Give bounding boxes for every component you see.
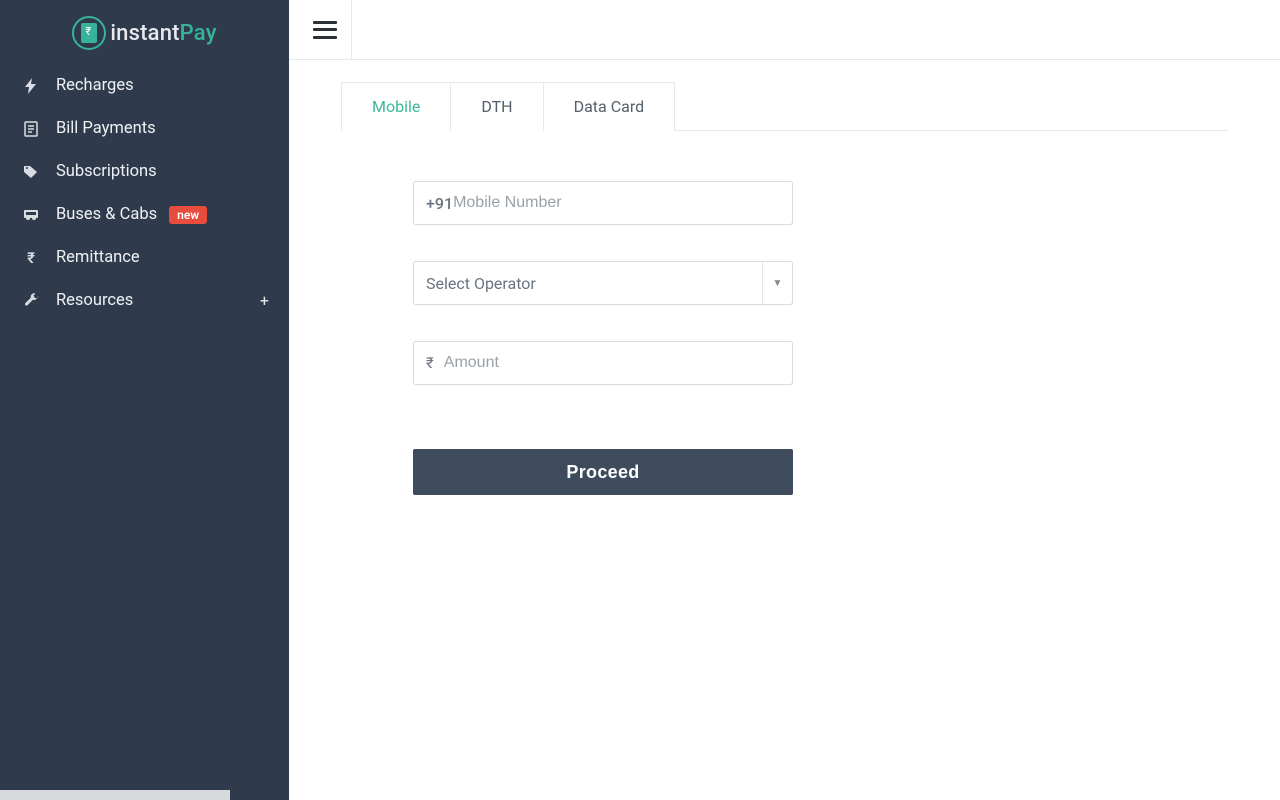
mobile-number-field[interactable]: +91 [413,181,793,225]
recharge-tabs: Mobile DTH Data Card [341,82,1228,131]
vehicle-icon [20,208,42,222]
sidebar-item-resources[interactable]: Resources + [0,279,289,322]
nav-label: Buses & Cabs [56,205,157,224]
tab-data-card[interactable]: Data Card [544,82,676,131]
new-badge: new [169,206,207,224]
nav-label: Subscriptions [56,162,157,181]
tab-dth[interactable]: DTH [451,82,543,131]
tag-icon [20,165,42,179]
topbar [289,0,1280,60]
nav-label: Resources [56,291,133,310]
logo-icon [72,16,106,50]
amount-field[interactable]: ₹ [413,341,793,385]
nav-label: Remittance [56,248,140,267]
nav-label: Bill Payments [56,119,156,138]
rupee-icon: ₹ [20,249,42,267]
proceed-button[interactable]: Proceed [413,449,793,495]
recharge-form: +91 Select Operator ▼ ₹ Proceed [341,131,1061,495]
document-icon [20,121,42,137]
tab-mobile[interactable]: Mobile [341,82,451,131]
main-content: Mobile DTH Data Card +91 Select Operator… [289,0,1280,800]
scrollbar-track[interactable] [0,790,230,800]
country-code: +91 [426,194,453,213]
sidebar-item-recharges[interactable]: Recharges [0,64,289,107]
nav-label: Recharges [56,76,134,95]
menu-toggle[interactable] [313,21,337,39]
currency-symbol: ₹ [426,354,434,372]
amount-input[interactable] [444,354,780,372]
nav-list: Recharges Bill Payments Subscriptions Bu… [0,56,289,322]
sidebar-item-bill-payments[interactable]: Bill Payments [0,107,289,150]
expand-icon: + [260,291,269,310]
brand-logo[interactable]: instantPay [0,0,289,56]
operator-placeholder: Select Operator [426,274,536,293]
mobile-number-input[interactable] [453,194,780,212]
sidebar-item-subscriptions[interactable]: Subscriptions [0,150,289,193]
operator-select[interactable]: Select Operator ▼ [413,261,793,305]
brand-name: instantPay [110,21,216,46]
wrench-icon [20,293,42,308]
sidebar: instantPay Recharges Bill Payments [0,0,289,800]
bolt-icon [20,78,42,94]
sidebar-item-buses-cabs[interactable]: Buses & Cabs new [0,193,289,236]
chevron-down-icon: ▼ [762,262,792,304]
sidebar-item-remittance[interactable]: ₹ Remittance [0,236,289,279]
